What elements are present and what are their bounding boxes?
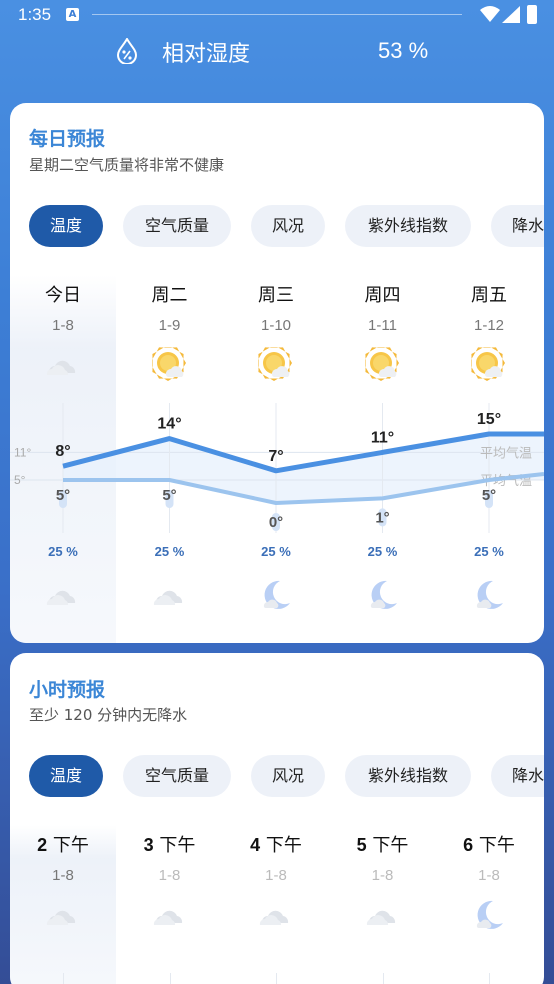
hourly-title: 小时预报 [29,679,106,701]
hourly-forecast-card[interactable]: 小时预报 至少 120 分钟内无降水 温度 空气质量 风况 紫外线指数 降水 2… [10,653,544,984]
chip-precipitation[interactable]: 降水 [491,755,544,797]
high-temp-label: 14° [157,416,181,433]
day-column-2[interactable]: 周三 1-10 [223,281,329,381]
sun-cloud-icon [469,345,507,383]
notification-a-icon: A [66,8,79,21]
avg-high-label: 平均气温 [480,445,532,461]
status-time: 1:35 [18,5,52,24]
humidity-value: 53 % [378,38,429,63]
status-bar: 1:35 A [0,0,554,30]
daily-subtitle: 星期二空气质量将非常不健康 [29,156,225,174]
low-temp-label: 0° [269,514,283,531]
hour-column-0[interactable]: 2 下午 1-8 [10,831,116,984]
sun-cloud-icon [256,345,294,383]
chip-wind[interactable]: 风况 [251,755,325,797]
hour-label: 5 下午 [356,835,409,856]
cloud-icon [152,577,188,613]
battery-icon [527,5,537,24]
precip-probability: 25 % [261,544,291,559]
low-temp-label: 1° [375,509,389,526]
day-name: 今日 [45,285,81,306]
day-date: 1-10 [260,317,292,334]
day-date: 1-9 [158,317,181,334]
grid-line [63,973,64,984]
axis-tick-high: 11° [14,445,31,459]
grid-line [169,973,171,984]
day-column-0[interactable]: 今日 1-8 [10,281,116,375]
day-column-3[interactable]: 周四 1-11 [330,281,436,381]
hour-label: 4 下午 [250,835,302,856]
humidity-row: 相对湿度 53 % [0,30,554,70]
low-temp-label: 5° [56,487,70,504]
high-temp-label: 7° [268,448,283,465]
daily-forecast-card[interactable]: 每日预报 星期二空气质量将非常不健康 温度 空气质量 风况 紫外线指数 降水 今… [10,103,544,643]
high-temp-label: 11° [371,429,394,446]
grid-line [382,973,384,984]
grid-line [489,973,490,984]
chip-temperature[interactable]: 温度 [29,205,103,247]
signal-icon [502,6,520,23]
cloud-icon [45,347,81,383]
hour-date: 1-8 [478,867,500,884]
cloud-icon [45,577,81,613]
status-divider [92,14,462,15]
day-date: 1-8 [52,317,74,334]
wifi-icon [480,6,500,22]
moon-cloud-icon [365,577,401,613]
grid-line [276,973,277,984]
day-date: 1-12 [473,317,505,334]
day-name: 周三 [258,285,294,306]
daily-temperature-chart: 11°5°平均气温平均气温8°5°14°5°7°0°11°1°15°5° [10,403,544,533]
sun-cloud-icon [149,345,188,383]
day-date: 1-11 [368,317,397,334]
precip-probability: 25 % [154,544,185,559]
chip-precipitation[interactable]: 降水 [491,205,544,247]
hour-label: 6 下午 [463,835,515,856]
hour-label: 2 下午 [37,835,89,856]
day-name: 周五 [471,285,507,306]
chip-air-quality[interactable]: 空气质量 [123,755,231,797]
moon-cloud-icon [471,577,507,613]
high-temp-label: 15° [477,411,501,428]
chip-uv-index[interactable]: 紫外线指数 [345,205,471,247]
hour-column-2[interactable]: 4 下午 1-8 [223,831,329,984]
high-temp-label: 8° [55,443,70,460]
hour-column-3[interactable]: 5 下午 1-8 [330,831,436,984]
low-temp-label: 5° [482,487,496,504]
axis-tick-low: 5° [14,473,26,487]
humidity-label: 相对湿度 [162,42,251,67]
moon-cloud-icon [258,577,294,613]
sun-cloud-icon [362,345,401,383]
cloud-icon [258,897,294,933]
cloud-icon [45,897,81,933]
moon-cloud-icon [471,897,507,933]
hour-date: 1-8 [52,867,74,884]
hour-date: 1-8 [265,867,287,884]
hour-date: 1-8 [371,867,394,884]
precip-probability: 25 % [474,544,504,559]
chip-wind[interactable]: 风况 [251,205,325,247]
humidity-drop-icon [116,38,138,64]
day-column-1[interactable]: 周二 1-9 [117,281,223,381]
day-column-4[interactable]: 周五 1-12 [436,281,542,381]
chip-temperature[interactable]: 温度 [29,755,103,797]
day-name: 周四 [364,285,401,306]
cloud-icon [152,897,188,933]
hour-column-1[interactable]: 3 下午 1-8 [117,831,223,984]
hour-date: 1-8 [158,867,181,884]
precip-probability: 25 % [48,544,78,559]
chip-air-quality[interactable]: 空气质量 [123,205,231,247]
hour-label: 3 下午 [143,835,196,856]
hour-column-4[interactable]: 6 下午 1-8 [436,831,542,984]
precip-probability: 25 % [367,544,398,559]
hourly-subtitle: 至少 120 分钟内无降水 [29,706,188,724]
daily-title: 每日预报 [29,128,106,150]
cloud-icon [365,897,401,933]
low-temp-label: 5° [162,487,176,504]
day-name: 周二 [151,285,188,306]
chip-uv-index[interactable]: 紫外线指数 [345,755,471,797]
